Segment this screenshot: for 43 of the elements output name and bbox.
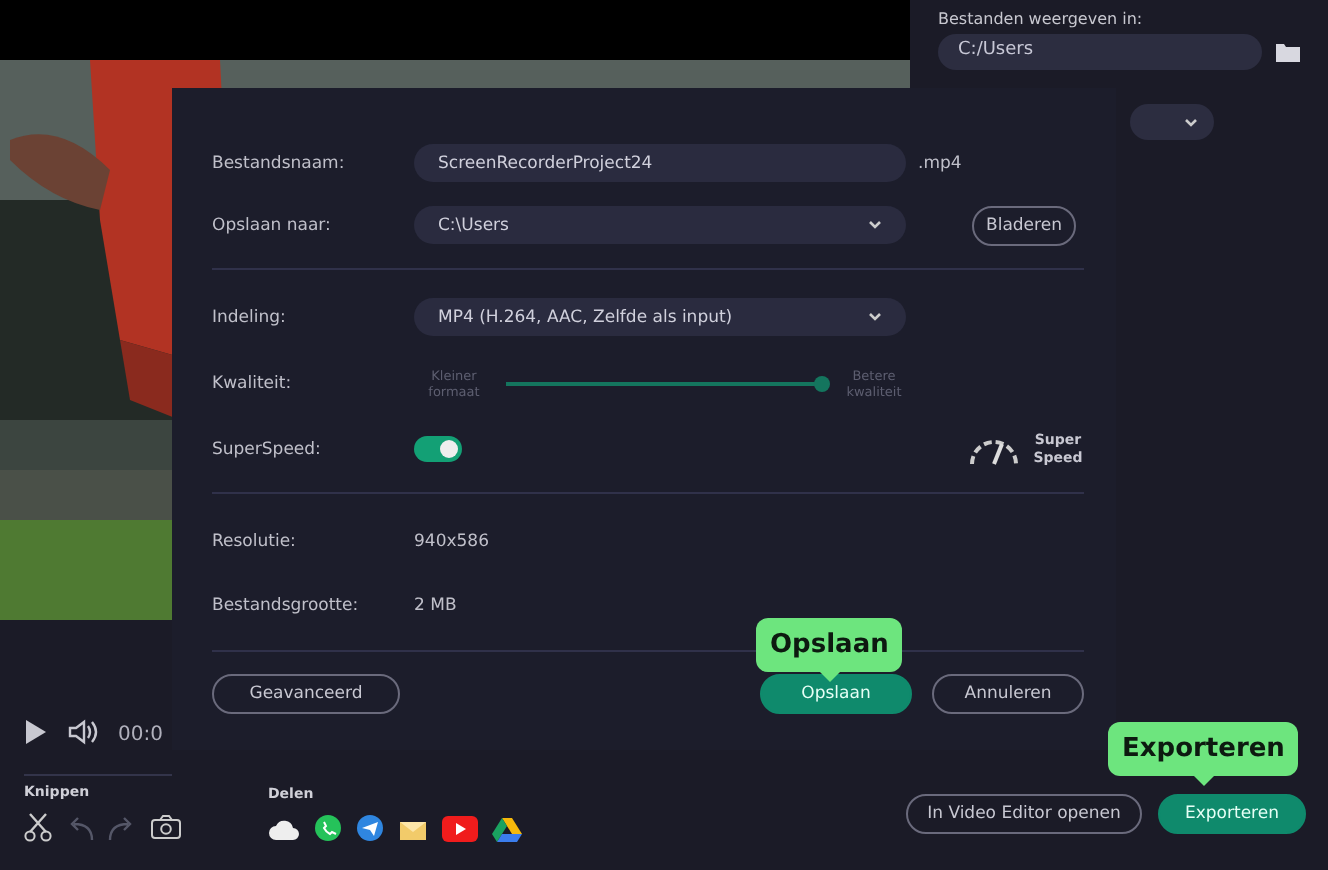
folder-dropdown[interactable]: C:\Users <box>414 206 906 244</box>
label: Kwaliteit: <box>212 373 294 393</box>
format-dropdown[interactable]: MP4 (H.264, AAC, Zelfde als input) <box>414 298 906 336</box>
cancel-button[interactable]: Annuleren <box>932 674 1084 714</box>
tooltip: Opslaan <box>756 618 903 672</box>
save-button[interactable]: Opslaan <box>760 674 912 714</box>
label: Indeling: <box>212 307 288 327</box>
chat-icon[interactable] <box>314 814 342 842</box>
advanced-button[interactable]: Geavanceerd <box>212 674 400 714</box>
extension-label: .mp4 <box>918 153 962 173</box>
chevron-icon <box>868 312 882 322</box>
label: Bestanden weergeven in: <box>938 10 1145 28</box>
chevron-icon <box>1184 117 1198 127</box>
label: Opslaan naar: <box>212 215 333 235</box>
chevron-icon <box>868 220 882 230</box>
folder-path-field[interactable]: C:/Users <box>938 34 1262 70</box>
volume-icon[interactable] <box>68 718 98 746</box>
play-icon[interactable] <box>24 718 48 746</box>
undo-icon[interactable] <box>66 813 94 841</box>
label: Resolutie: <box>212 532 298 552</box>
value: 2 MB <box>414 596 459 616</box>
browse-button[interactable]: Bladeren <box>972 205 1076 245</box>
paper-plane-icon[interactable] <box>356 814 384 842</box>
editor-button[interactable]: In Video Editor openen <box>906 794 1142 834</box>
value: 940x586 <box>414 532 491 552</box>
tooltip-pointer <box>819 672 840 682</box>
triangle-drive-icon[interactable] <box>492 815 522 841</box>
label: Bestandsgrootte: <box>212 596 361 616</box>
tooltip-pointer <box>1193 776 1214 786</box>
redo-icon[interactable] <box>108 813 136 841</box>
time-display: 00:0 <box>118 724 163 746</box>
tooltip: Exporteren <box>1108 722 1299 776</box>
filename-field[interactable]: ScreenRecorderProject24 <box>414 144 906 182</box>
scissors-icon[interactable] <box>24 812 52 842</box>
label: SuperSpeed: <box>212 439 323 459</box>
camera-icon[interactable] <box>150 814 182 840</box>
folder-icon[interactable] <box>1274 40 1302 64</box>
video-play-icon[interactable] <box>442 815 478 841</box>
cloud-icon[interactable] <box>268 815 300 841</box>
slider-thumb[interactable] <box>814 375 830 391</box>
superspeed-toggle[interactable] <box>414 436 462 462</box>
label: Bestandsnaam: <box>212 153 347 173</box>
export-button[interactable]: Exporteren <box>1158 794 1306 834</box>
